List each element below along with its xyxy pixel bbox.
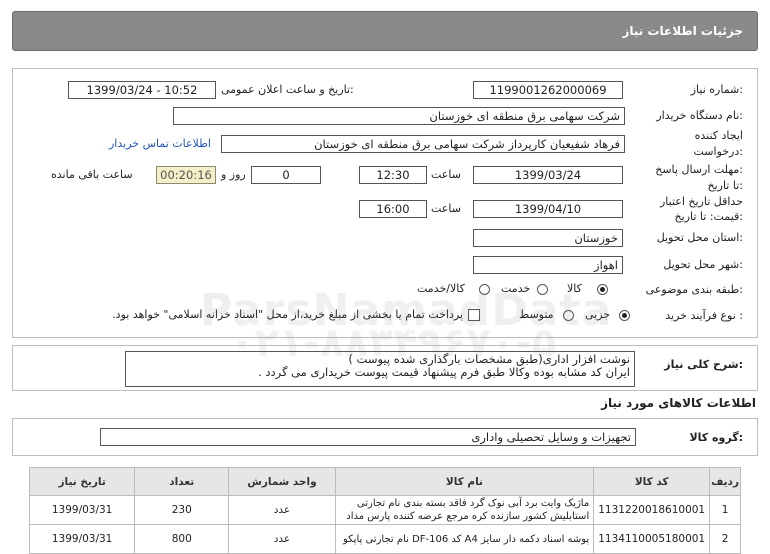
- description-panel: شرح کلی نیاز: نوشت افزار اداری(طبق مشخصا…: [12, 345, 758, 391]
- cell-qty: 800: [134, 524, 230, 554]
- goods-group-label: گروه کالا:: [689, 431, 743, 444]
- cell-code: 1131220018610001: [593, 495, 711, 525]
- province-field[interactable]: خوزستان: [473, 229, 623, 247]
- cell-row: 2: [709, 524, 741, 554]
- description-line-2: ایران کد مشابه بوده وکالا طبق فرم پیشنها…: [258, 365, 630, 379]
- description-field[interactable]: نوشت افزار اداری(طبق مشخصات بارگذاری شده…: [125, 351, 635, 387]
- days-label: روز و: [221, 168, 246, 181]
- remaining-time-field: 00:20:16: [156, 166, 216, 184]
- col-code: کد کالا: [593, 467, 711, 496]
- reply-date-field[interactable]: 1399/03/24: [473, 166, 623, 184]
- creator-label-2: درخواست:: [693, 145, 744, 158]
- announce-date-field[interactable]: 1399/03/24 - 10:52: [68, 81, 216, 99]
- validity-date-field[interactable]: 1399/04/10: [473, 200, 623, 218]
- cell-row: 1: [709, 495, 741, 525]
- cell-name-line-1: ماژیک وایت برد آبی نوک گرد فاقد بسته بند…: [356, 498, 590, 509]
- page-header: جزئیات اطلاعات نیاز: [12, 11, 758, 51]
- table-row[interactable]: 2 1134110005180001 پوشه اسناد دکمه دار س…: [28, 524, 741, 554]
- city-field[interactable]: اهواز: [473, 256, 623, 274]
- reply-time-field[interactable]: 12:30: [359, 166, 427, 184]
- col-name: نام کالا: [334, 467, 595, 496]
- col-row: ردیف: [709, 467, 741, 496]
- col-qty: تعداد: [134, 467, 230, 496]
- buyer-contact-link[interactable]: اطلاعات تماس خریدار: [109, 137, 211, 150]
- buyer-org-field[interactable]: شرکت سهامی برق منطقه ای خوزستان: [173, 107, 625, 125]
- cell-name-line-1: پوشه اسناد دکمه دار سایز A4 کد DF-106 نا…: [342, 533, 590, 545]
- cell-name-line-2: استابلیش کشور سازنده کره مرجع عرضه کننده…: [346, 511, 590, 522]
- remaining-time-label: ساعت باقی مانده: [51, 168, 133, 181]
- cell-qty: 230: [134, 495, 230, 525]
- cell-code: 1134110005180001: [593, 524, 711, 554]
- goods-table: ردیف کد کالا نام کالا واحد شمارش تعداد ت…: [28, 467, 741, 554]
- cell-unit: عدد: [228, 495, 336, 525]
- cell-name: ماژیک وایت برد آبی نوک گرد فاقد بسته بند…: [334, 495, 595, 525]
- process-type-label: نوع فرآیند خرید :: [665, 309, 743, 322]
- description-label: شرح کلی نیاز:: [664, 358, 743, 371]
- table-row[interactable]: 1 1131220018610001 ماژیک وایت برد آبی نو…: [28, 495, 741, 525]
- need-number-field[interactable]: 1199001262000069: [473, 81, 623, 99]
- validity-time-label: ساعت: [431, 202, 461, 215]
- goods-group-field[interactable]: تجهیزات و وسایل تحصیلی واداری: [100, 428, 636, 446]
- validity-label: حداقل تاریخ اعتبار: [659, 195, 743, 208]
- cell-date: 1399/03/31: [28, 495, 136, 525]
- city-label: شهر محل تحویل:: [663, 258, 743, 271]
- reply-time-label: ساعت: [431, 168, 461, 181]
- goods-group-panel: گروه کالا: تجهیزات و وسایل تحصیلی واداری: [12, 418, 758, 456]
- col-date: تاریخ نیاز: [28, 467, 136, 496]
- goods-section-title: اطلاعات کالاهای مورد نیاز: [601, 396, 756, 410]
- need-number-label: شماره نیاز:: [690, 83, 743, 96]
- table-header-row: ردیف کد کالا نام کالا واحد شمارش تعداد ت…: [28, 467, 741, 496]
- cell-date: 1399/03/31: [28, 524, 136, 554]
- col-unit: واحد شمارش: [228, 467, 336, 496]
- process-minor-radio[interactable]: [619, 310, 630, 321]
- reply-deadline-label-2: تا تاریخ:: [707, 179, 743, 192]
- validity-label-2: قیمت: تا تاریخ:: [674, 210, 743, 223]
- category-label: طبقه بندی موضوعی:: [645, 283, 743, 296]
- creator-label: ایجاد کننده: [694, 129, 743, 142]
- validity-time-field[interactable]: 16:00: [359, 200, 427, 218]
- days-remaining-field[interactable]: 0: [251, 166, 321, 184]
- page-title: جزئیات اطلاعات نیاز: [622, 24, 743, 38]
- buyer-org-label: نام دستگاه خریدار:: [656, 109, 743, 122]
- cell-name: پوشه اسناد دکمه دار سایز A4 کد DF-106 نا…: [334, 524, 595, 554]
- reply-deadline-label: مهلت ارسال پاسخ:: [655, 163, 743, 176]
- announce-date-label: تاریخ و ساعت اعلان عمومی:: [221, 83, 354, 96]
- cell-unit: عدد: [228, 524, 336, 554]
- creator-field[interactable]: فرهاد شفیعیان کارپرداز شرکت سهامی برق من…: [221, 135, 625, 153]
- province-label: استان محل تحویل:: [656, 231, 743, 244]
